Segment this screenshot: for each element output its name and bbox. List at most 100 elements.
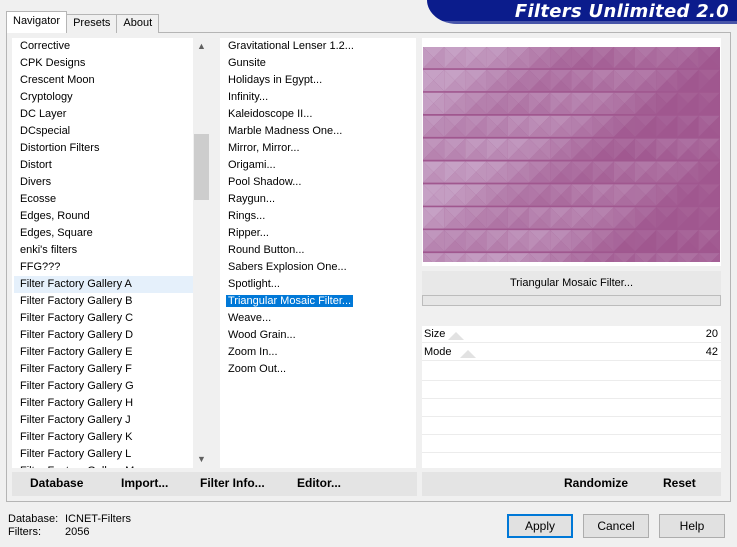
filter-item[interactable]: Raygun... — [222, 191, 412, 208]
category-item[interactable]: Crescent Moon — [14, 72, 194, 89]
progress-bar — [422, 295, 721, 306]
filter-item[interactable]: Wood Grain... — [222, 327, 412, 344]
category-item[interactable]: Edges, Square — [14, 225, 194, 242]
category-list[interactable]: Corrective CPK Designs Crescent Moon Crypto… — [12, 38, 210, 468]
param-size[interactable]: Size 20 — [422, 326, 721, 343]
status-area: Database: ICNET-Filters Filters: 2056 — [8, 513, 131, 539]
category-item[interactable]: DC Layer — [14, 106, 194, 123]
category-item[interactable]: Filter Factory Gallery J — [14, 412, 194, 429]
filter-item[interactable]: Marble Madness One... — [222, 123, 412, 140]
filters-label: Filters: — [8, 526, 41, 538]
category-item[interactable]: Edges, Round — [14, 208, 194, 225]
randomize-button[interactable]: Randomize — [564, 476, 628, 490]
param-divider — [422, 380, 721, 381]
category-item[interactable]: DCspecial — [14, 123, 194, 140]
param-size-label: Size — [424, 328, 446, 340]
tab-navigator[interactable]: Navigator — [6, 11, 68, 33]
help-button[interactable]: Help — [659, 514, 725, 538]
filter-item[interactable]: Origami... — [222, 157, 412, 174]
param-divider — [422, 416, 721, 417]
app-banner: Filters Unlimited 2.0 — [427, 0, 737, 24]
category-item[interactable]: Filter Factory Gallery E — [14, 344, 194, 361]
scroll-down-icon[interactable]: ▼ — [193, 451, 210, 468]
category-item[interactable]: Filter Factory Gallery L — [14, 446, 194, 463]
filter-item[interactable]: Zoom In... — [222, 344, 412, 361]
filter-item-label: Spotlight... — [228, 278, 280, 290]
category-item[interactable]: Distort — [14, 157, 194, 174]
category-item[interactable]: Filter Factory Gallery C — [14, 310, 194, 327]
category-item[interactable]: Divers — [14, 174, 194, 191]
filter-item-label: Marble Madness One... — [228, 125, 343, 137]
filter-item-label: Gunsite — [228, 57, 266, 69]
navigator-toolbar: Database Import... Filter Info... Editor… — [12, 472, 417, 496]
filter-item[interactable]: Mirror, Mirror... — [222, 140, 412, 157]
filter-item[interactable]: Sabers Explosion One... — [222, 259, 412, 276]
filter-item[interactable]: Infinity... — [222, 89, 412, 106]
filter-item-label: Zoom Out... — [228, 363, 287, 375]
filter-item[interactable]: Zoom Out... — [222, 361, 412, 378]
category-item[interactable]: Filter Factory Gallery G — [14, 378, 194, 395]
slider-handle-icon[interactable] — [448, 332, 464, 340]
parameter-panel: Size 20 Mode 42 — [422, 326, 721, 468]
banner-title: Filters Unlimited 2.0 — [514, 1, 729, 22]
database-button[interactable]: Database — [30, 476, 83, 490]
category-item[interactable]: enki's filters — [14, 242, 194, 259]
filter-item-label: Raygun... — [228, 193, 276, 205]
apply-button[interactable]: Apply — [507, 514, 573, 538]
filter-item-label: Ripper... — [228, 227, 269, 239]
category-item[interactable]: FFG??? — [14, 259, 194, 276]
preview-toolbar: Randomize Reset — [422, 472, 721, 496]
category-item[interactable]: Distortion Filters — [14, 140, 194, 157]
category-item[interactable]: Filter Factory Gallery F — [14, 361, 194, 378]
category-scrollbar[interactable]: ▲ ▼ — [193, 38, 210, 468]
filter-item-selected[interactable]: Triangular Mosaic Filter... — [222, 293, 412, 310]
filter-item-label: Mirror, Mirror... — [228, 142, 300, 154]
filter-list[interactable]: Gravitational Lenser 1.2... Gunsite Holida… — [220, 38, 416, 468]
category-item[interactable]: Corrective — [14, 38, 194, 55]
param-mode-value: 42 — [705, 346, 718, 358]
filter-item[interactable]: Ripper... — [222, 225, 412, 242]
category-item[interactable]: Filter Factory Gallery M — [14, 463, 194, 468]
scroll-up-icon[interactable]: ▲ — [193, 38, 210, 55]
scroll-thumb[interactable] — [194, 134, 209, 200]
database-value: ICNET-Filters — [65, 513, 131, 525]
filter-item[interactable]: Kaleidoscope II... — [222, 106, 412, 123]
filter-item[interactable]: Spotlight... — [222, 276, 412, 293]
filter-item-label: Rings... — [228, 210, 266, 222]
tab-presets[interactable]: Presets — [66, 14, 118, 33]
filter-item[interactable]: Pool Shadow... — [222, 174, 412, 191]
filter-item[interactable]: Weave... — [222, 310, 412, 327]
database-label: Database: — [8, 513, 59, 525]
param-mode[interactable]: Mode 42 — [422, 344, 721, 361]
filter-item-label: Round Button... — [228, 244, 305, 256]
param-mode-label: Mode — [424, 346, 452, 358]
slider-handle-icon[interactable] — [460, 350, 476, 358]
filter-item-label: Wood Grain... — [228, 329, 296, 341]
filter-item-label: Kaleidoscope II... — [228, 108, 313, 120]
preview-image — [423, 47, 720, 262]
reset-button[interactable]: Reset — [663, 476, 696, 490]
tab-about[interactable]: About — [116, 14, 160, 33]
filter-item-label: Weave... — [228, 312, 272, 324]
filter-item[interactable]: Gunsite — [222, 55, 412, 72]
filter-item[interactable]: Round Button... — [222, 242, 412, 259]
filter-item[interactable]: Holidays in Egypt... — [222, 72, 412, 89]
category-item[interactable]: Ecosse — [14, 191, 194, 208]
editor-button[interactable]: Editor... — [297, 476, 341, 490]
cancel-button[interactable]: Cancel — [583, 514, 649, 538]
filter-info-button[interactable]: Filter Info... — [200, 476, 265, 490]
filter-item[interactable]: Rings... — [222, 208, 412, 225]
import-button[interactable]: Import... — [121, 476, 168, 490]
filter-item-label: Gravitational Lenser 1.2... — [228, 40, 354, 52]
filter-item[interactable]: Gravitational Lenser 1.2... — [222, 38, 412, 55]
category-item[interactable]: Filter Factory Gallery B — [14, 293, 194, 310]
filter-item-label: Holidays in Egypt... — [228, 74, 323, 86]
tab-bar: Navigator Presets About — [6, 11, 160, 33]
category-item[interactable]: Filter Factory Gallery A — [14, 276, 194, 293]
category-item[interactable]: Filter Factory Gallery D — [14, 327, 194, 344]
filter-items: Gravitational Lenser 1.2... Gunsite Holida… — [222, 38, 412, 378]
category-item[interactable]: CPK Designs — [14, 55, 194, 72]
category-item[interactable]: Filter Factory Gallery H — [14, 395, 194, 412]
category-item[interactable]: Cryptology — [14, 89, 194, 106]
category-item[interactable]: Filter Factory Gallery K — [14, 429, 194, 446]
